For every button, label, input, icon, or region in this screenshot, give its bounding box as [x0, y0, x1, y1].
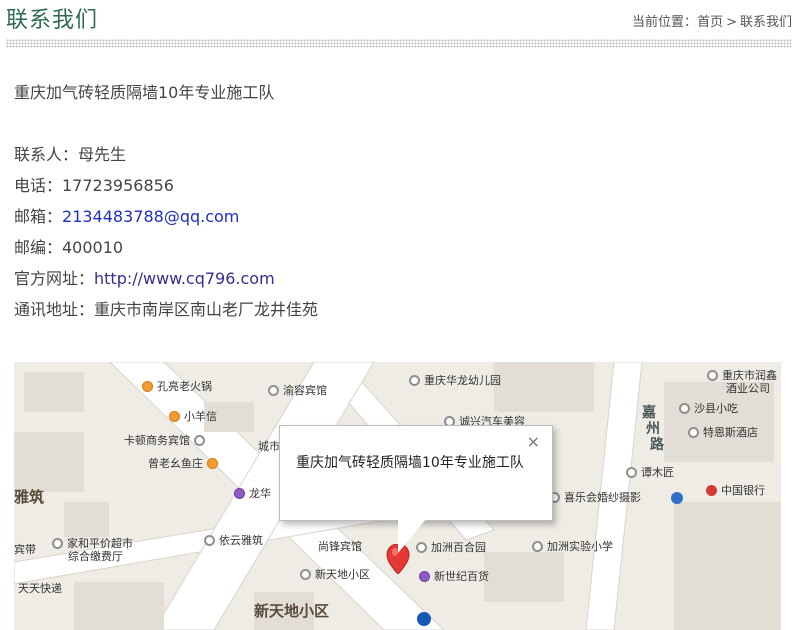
poi-kongliang-hotpot[interactable]: 孔亮老火锅: [142, 378, 212, 394]
contact-zip: 邮编：400010: [14, 238, 124, 257]
info-window-pointer: [398, 519, 426, 553]
site-label: 官方网址：: [14, 269, 95, 288]
school-icon: [532, 540, 543, 552]
close-icon[interactable]: ×: [527, 432, 540, 451]
shopping-icon: [419, 570, 430, 582]
page-header: 联系我们 当前位置：首页 > 联系我们: [0, 0, 796, 40]
area-label-xintiandi: 新天地小区: [254, 602, 330, 620]
parking-icon[interactable]: [671, 492, 683, 504]
hotel-icon: [688, 426, 699, 438]
hotel-icon: [268, 384, 279, 396]
poi-kadun-hotel[interactable]: 卡顿商务宾馆: [124, 432, 205, 448]
poi-hualong-kindergarten[interactable]: 重庆华龙幼儿园: [409, 372, 501, 388]
bus-stop-icon[interactable]: [417, 612, 431, 626]
poi-city: 城市: [258, 440, 280, 453]
restaurant-icon: [169, 410, 180, 422]
shop-icon: [626, 466, 637, 478]
company-name: 重庆加气砖轻质隔墙10年专业施工队: [14, 83, 275, 102]
shop-icon: [52, 537, 63, 549]
poi-new-century[interactable]: 新世纪百货: [419, 568, 489, 584]
email-link[interactable]: 2134483788@qq.com: [62, 207, 239, 226]
poi-tiantian-express: 天天快递: [18, 582, 62, 595]
poi-tanmujiang[interactable]: 谭木匠: [626, 464, 674, 480]
hotel-icon: [194, 434, 205, 446]
building-icon: [300, 568, 311, 580]
poi-teensi[interactable]: 特恩斯酒店: [688, 424, 758, 440]
shopping-icon: [234, 487, 245, 499]
poi-jiazhou-baihe[interactable]: 加洲百合园: [416, 539, 486, 555]
header-divider: [6, 39, 791, 48]
school-icon: [409, 374, 420, 386]
contact-address: 通讯地址：重庆市南岸区南山老厂龙井佳苑: [14, 300, 319, 319]
poi-payment-hall: 综合缴费厅: [68, 550, 123, 563]
contact-site-row: 官方网址：http://www.cq796.com: [14, 265, 275, 289]
place-icon: [707, 369, 718, 381]
poi-longhua[interactable]: 龙华: [234, 485, 271, 501]
poi-yurong-hotel[interactable]: 渝容宾馆: [268, 382, 327, 398]
poi-bindai: 宾带: [14, 543, 36, 556]
breadcrumb-current-link[interactable]: 联系我们: [740, 15, 792, 30]
contact-email-row: 邮箱：2134483788@qq.com: [14, 203, 239, 227]
breadcrumb-home-link[interactable]: 首页: [697, 15, 723, 30]
poi-yiyun-yazhu[interactable]: 依云雅筑: [204, 532, 263, 548]
poi-shaxian[interactable]: 沙县小吃: [679, 400, 738, 416]
poi-bank-of-china[interactable]: 中国银行: [706, 482, 765, 498]
contact-phone: 电话：17723956856: [14, 176, 174, 195]
breadcrumb: 当前位置：首页 > 联系我们: [632, 11, 792, 30]
poi-jiuye: 酒业公司: [726, 382, 770, 395]
road-label-lu: 路: [650, 437, 664, 453]
contact-person: 联系人：母先生: [14, 145, 127, 164]
poi-jiazhou-school[interactable]: 加洲实验小学: [532, 538, 613, 554]
poi-xintiandi[interactable]: 新天地小区: [300, 566, 370, 582]
email-label: 邮箱：: [14, 207, 63, 226]
restaurant-icon: [142, 380, 153, 392]
restaurant-icon: [207, 457, 218, 469]
page-title: 联系我们: [6, 8, 99, 33]
poi-shangfeng-hotel[interactable]: 尚锋宾馆: [318, 538, 362, 554]
bank-icon: [706, 484, 717, 496]
restaurant-icon: [679, 402, 690, 414]
breadcrumb-separator: >: [726, 15, 737, 30]
building-icon: [204, 534, 215, 546]
area-label-yazhu: 雅筑: [14, 488, 45, 506]
breadcrumb-label: 当前位置：: [632, 15, 698, 30]
poi-xilehui[interactable]: 喜乐会婚纱摄影: [549, 489, 641, 505]
site-link[interactable]: http://www.cq796.com: [94, 269, 275, 288]
info-window-text: 重庆加气砖轻质隔墙10年专业施工队: [296, 455, 524, 471]
poi-zenglaoyao[interactable]: 曾老幺鱼庄: [148, 455, 218, 471]
poi-xiaoyangxin[interactable]: 小羊信: [169, 408, 217, 424]
map-info-window: 重庆加气砖轻质隔墙10年专业施工队 ×: [279, 425, 553, 553]
